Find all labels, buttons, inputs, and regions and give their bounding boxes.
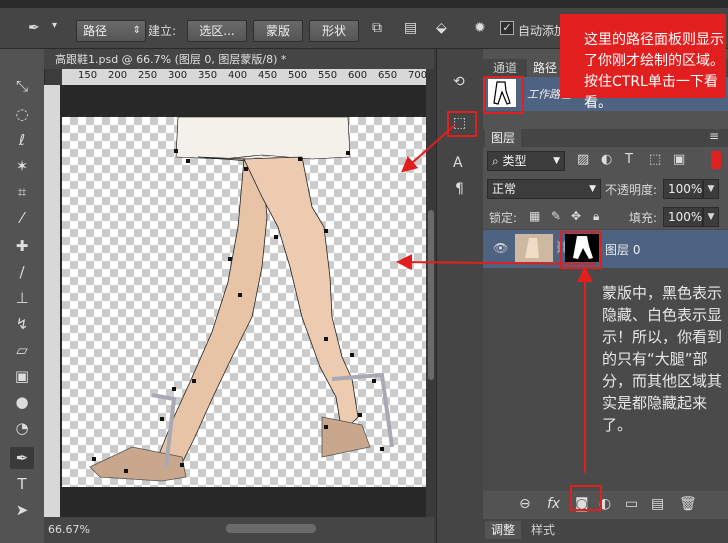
ruler-tick-label: 250 xyxy=(138,70,158,81)
ruler-tick-label: 650 xyxy=(378,70,398,81)
paths-note-text: 这里的路径面板则显示了你刚才绘制的区域。按住CTRL单击一下看看。 xyxy=(584,32,724,111)
mask-note-text: 蒙版中，黑色表示隐藏、白色表示显示！所以，你看到的只有“大腿”部分，而其他区域其… xyxy=(602,284,723,434)
ruler-tick-label: 200 xyxy=(108,70,128,81)
ruler-ticks: 150 200 250 300 350 400 450 500 550 600 650 700 xyxy=(62,69,428,85)
ruler-tick-label: 350 xyxy=(198,70,218,81)
ruler-tick-label: 400 xyxy=(228,70,248,81)
ruler-tick-label: 700 xyxy=(408,70,428,81)
ruler-tick-label: 600 xyxy=(348,70,368,81)
ruler-tick-label: 450 xyxy=(258,70,278,81)
ruler-tick-label: 150 xyxy=(78,70,98,81)
ruler-tick-label: 550 xyxy=(318,70,338,81)
ruler-tick-label: 300 xyxy=(168,70,188,81)
ruler-tick-label: 500 xyxy=(288,70,308,81)
